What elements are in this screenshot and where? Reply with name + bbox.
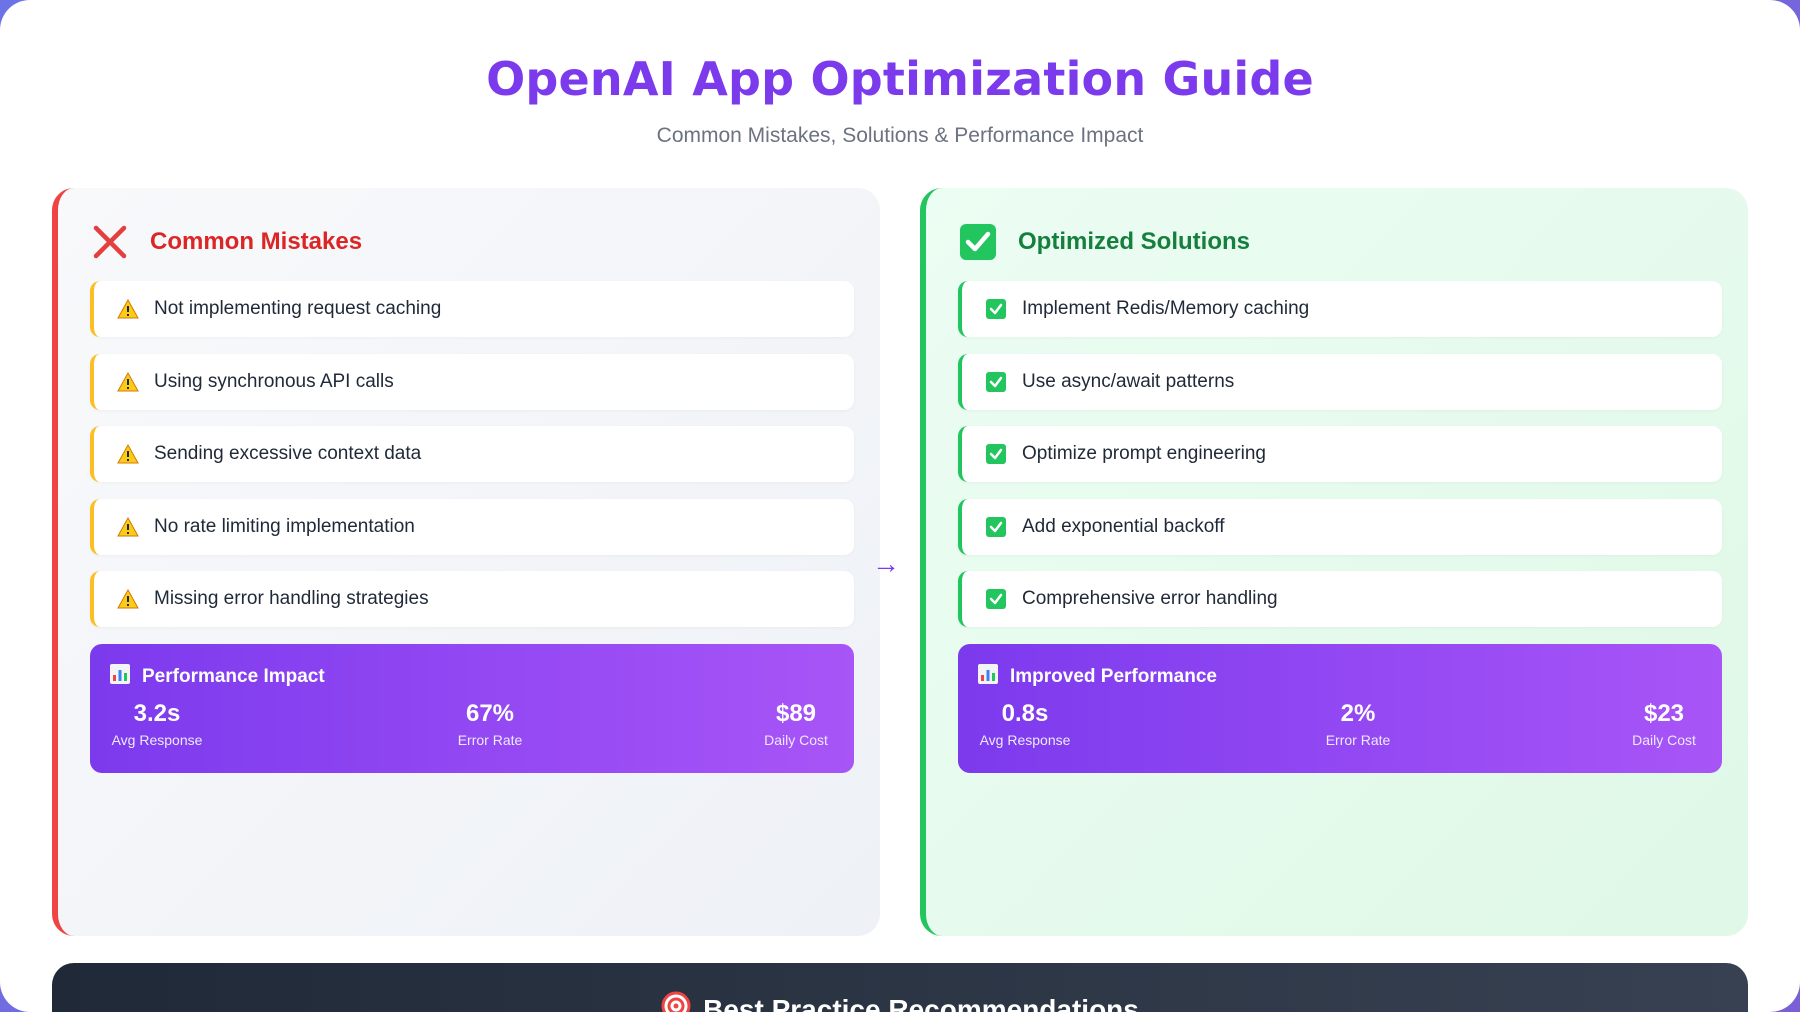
mistakes-list: Not implementing request caching Using s…: [90, 281, 854, 627]
metric-daily-cost: $23 Daily Cost: [1632, 699, 1696, 748]
improved-performance-title: Improved Performance: [978, 663, 1217, 690]
check-icon: [984, 297, 1008, 321]
performance-impact-card: Performance Impact 3.2s Avg Response 67%…: [90, 643, 854, 773]
item-text: Not implementing request caching: [154, 298, 442, 319]
list-item: Not implementing request caching: [90, 281, 854, 337]
bar-chart-icon: [110, 663, 130, 690]
best-practices-title: Best Practice Recommendations: [52, 991, 1748, 1012]
x-icon: [90, 222, 130, 262]
item-text: Use async/await patterns: [1022, 370, 1235, 392]
list-item: Use async/await patterns: [958, 353, 1722, 410]
page-subtitle: Common Mistakes, Solutions & Performance…: [656, 124, 1144, 147]
check-icon: [984, 587, 1008, 611]
performance-impact-title: Performance Impact: [110, 663, 325, 690]
arrow-right-icon: →: [872, 548, 900, 579]
warning-icon: [116, 442, 140, 466]
item-text: Sending excessive context data: [154, 443, 422, 464]
item-text: No rate limiting implementation: [154, 515, 415, 537]
check-box-icon: [958, 222, 998, 262]
best-practices-section: Best Practice Recommendations: [52, 963, 1748, 1012]
header: OpenAI App Optimization Guide Common Mis…: [0, 52, 1800, 148]
solutions-list: Implement Redis/Memory caching Use async…: [958, 281, 1722, 627]
solutions-panel: Optimized Solutions Implement Redis/Memo…: [920, 188, 1748, 936]
solutions-header: Optimized Solutions: [958, 220, 1722, 264]
mistakes-heading: Common Mistakes: [150, 228, 363, 255]
item-text: Optimize prompt engineering: [1022, 443, 1266, 464]
check-icon: [984, 370, 1008, 394]
list-item: Comprehensive error handling: [958, 571, 1722, 627]
warning-icon: [116, 587, 140, 611]
item-text: Using synchronous API calls: [154, 370, 394, 392]
list-item: Implement Redis/Memory caching: [958, 281, 1722, 337]
warning-icon: [116, 370, 140, 394]
warning-icon: [116, 515, 140, 539]
mistakes-panel: Common Mistakes Not implementing request…: [52, 188, 880, 936]
metric-daily-cost: $89 Daily Cost: [764, 699, 828, 748]
item-text: Add exponential backoff: [1022, 515, 1225, 537]
list-item: Missing error handling strategies: [90, 571, 854, 627]
metric-error-rate: 67% Error Rate: [457, 699, 523, 748]
list-item: Using synchronous API calls: [90, 353, 854, 410]
list-item: Add exponential backoff: [958, 498, 1722, 555]
improved-performance-card: Improved Performance 0.8s Avg Response 2…: [958, 643, 1722, 773]
metric-avg-response: 0.8s Avg Response: [979, 699, 1071, 748]
list-item: Optimize prompt engineering: [958, 426, 1722, 482]
metric-avg-response: 3.2s Avg Response: [111, 699, 203, 748]
item-text: Comprehensive error handling: [1022, 588, 1278, 609]
list-item: No rate limiting implementation: [90, 498, 854, 555]
item-text: Missing error handling strategies: [154, 588, 429, 609]
item-text: Implement Redis/Memory caching: [1022, 298, 1310, 319]
metric-error-rate: 2% Error Rate: [1325, 699, 1391, 748]
target-icon: [661, 991, 691, 1012]
bar-chart-icon: [978, 663, 998, 690]
list-item: Sending excessive context data: [90, 426, 854, 482]
warning-icon: [116, 297, 140, 321]
check-icon: [984, 515, 1008, 539]
solutions-heading: Optimized Solutions: [1018, 228, 1250, 255]
slide: OpenAI App Optimization Guide Common Mis…: [0, 0, 1800, 1012]
mistakes-header: Common Mistakes: [90, 220, 854, 264]
page-title: OpenAI App Optimization Guide: [486, 52, 1314, 106]
check-icon: [984, 442, 1008, 466]
